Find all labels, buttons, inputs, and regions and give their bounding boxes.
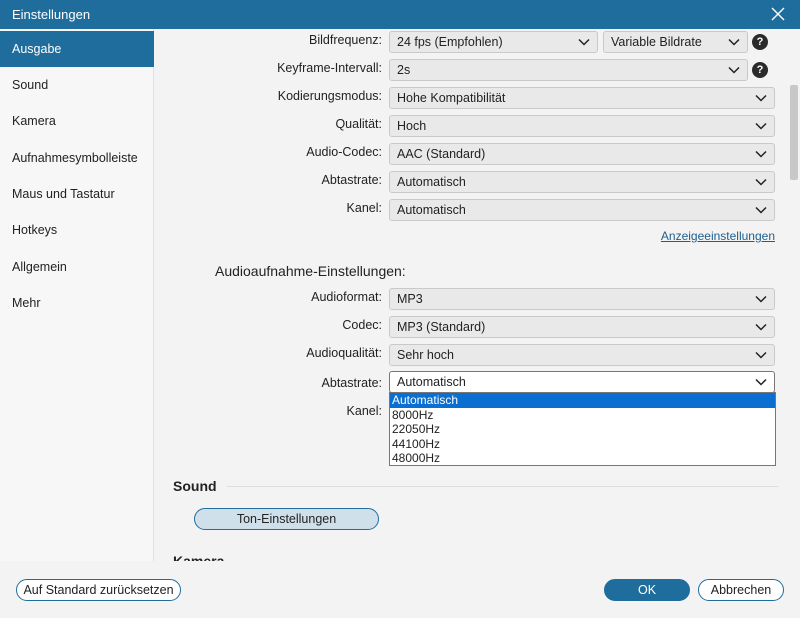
keyframe-label: Keyframe-Intervall:: [277, 61, 382, 75]
scrollbar-thumb[interactable]: [790, 85, 798, 180]
chevron-down-icon: [755, 206, 767, 214]
encoding-value: Hohe Kompatibilität: [397, 91, 506, 105]
cancel-button[interactable]: Abbrechen: [698, 579, 784, 601]
sound-section-divider: [227, 486, 778, 487]
sidebar-item-mehr[interactable]: Mehr: [0, 285, 154, 321]
keyframe-value: 2s: [397, 63, 411, 77]
dropdown-option-automatisch[interactable]: Automatisch: [390, 393, 775, 408]
sound-settings-button[interactable]: Ton-Einstellungen: [194, 508, 379, 530]
sample-rate-select[interactable]: Automatisch: [389, 171, 775, 193]
audio-format-value: MP3: [397, 292, 423, 306]
channel-value: Automatisch: [397, 203, 466, 217]
chevron-down-icon: [755, 351, 767, 359]
audio-channel-label: Kanel:: [346, 404, 382, 418]
framerate-select[interactable]: 24 fps (Empfohlen): [389, 31, 598, 53]
codec-label: Codec:: [342, 318, 382, 332]
dropdown-option-8000hz[interactable]: 8000Hz: [390, 408, 775, 423]
sidebar-item-hotkeys[interactable]: Hotkeys: [0, 212, 154, 248]
audio-recording-heading: Audioaufnahme-Einstellungen:: [215, 263, 406, 279]
quality-select[interactable]: Hoch: [389, 115, 775, 137]
sample-rate-label: Abtastrate:: [321, 173, 382, 187]
audio-format-select[interactable]: MP3: [389, 288, 775, 310]
close-icon[interactable]: [770, 6, 786, 22]
audio-quality-value: Sehr hoch: [397, 348, 454, 362]
bitrate-mode-select[interactable]: Variable Bildrate: [603, 31, 748, 53]
framerate-label: Bildfrequenz:: [309, 33, 382, 47]
chevron-down-icon: [755, 178, 767, 186]
chevron-down-icon: [728, 66, 740, 74]
encoding-select[interactable]: Hohe Kompatibilität: [389, 87, 775, 109]
audio-format-label: Audioformat:: [311, 290, 382, 304]
chevron-down-icon: [755, 150, 767, 158]
window-title: Einstellungen: [12, 7, 91, 22]
chevron-down-icon: [578, 38, 590, 46]
dropdown-option-22050hz[interactable]: 22050Hz: [390, 422, 775, 437]
quality-label: Qualität:: [335, 117, 382, 131]
quality-value: Hoch: [397, 119, 427, 133]
ok-button[interactable]: OK: [604, 579, 690, 601]
codec-select[interactable]: MP3 (Standard): [389, 316, 775, 338]
camera-heading-clip: Kamera: [173, 553, 253, 561]
chevron-down-icon: [755, 378, 767, 386]
sidebar-item-aufnahmesymbolleiste[interactable]: Aufnahmesymbolleiste: [0, 140, 154, 176]
reset-defaults-button[interactable]: Auf Standard zurücksetzen: [16, 579, 181, 601]
framerate-value: 24 fps (Empfohlen): [397, 35, 503, 49]
audio-sample-rate-value: Automatisch: [397, 375, 466, 389]
chevron-down-icon: [755, 323, 767, 331]
camera-section-heading: Kamera: [173, 553, 225, 561]
chevron-down-icon: [755, 295, 767, 303]
chevron-down-icon: [755, 122, 767, 130]
dropdown-option-44100hz[interactable]: 44100Hz: [390, 437, 775, 452]
sample-rate-dropdown: Automatisch 8000Hz 22050Hz 44100Hz 48000…: [389, 392, 776, 466]
audio-sample-rate-label: Abtastrate:: [321, 376, 382, 390]
sidebar-item-ausgabe[interactable]: Ausgabe: [0, 31, 154, 67]
codec-value: MP3 (Standard): [397, 320, 486, 334]
audio-sample-rate-select[interactable]: Automatisch: [389, 371, 775, 393]
bitrate-mode-value: Variable Bildrate: [611, 35, 702, 49]
audio-codec-label: Audio-Codec:: [306, 145, 382, 159]
chevron-down-icon: [755, 94, 767, 102]
display-settings-link[interactable]: Anzeigeeinstellungen: [661, 229, 775, 243]
audio-quality-label: Audioqualität:: [306, 346, 382, 360]
channel-label: Kanel:: [346, 201, 382, 215]
footer: Auf Standard zurücksetzen OK Abbrechen: [0, 561, 800, 618]
channel-select[interactable]: Automatisch: [389, 199, 775, 221]
keyframe-select[interactable]: 2s: [389, 59, 748, 81]
sidebar-item-allgemein[interactable]: Allgemein: [0, 249, 154, 285]
audio-codec-value: AAC (Standard): [397, 147, 486, 161]
sidebar: Ausgabe Sound Kamera Aufnahmesymbolleist…: [0, 29, 154, 561]
title-bar: Einstellungen: [0, 0, 800, 29]
help-icon[interactable]: ?: [752, 62, 768, 78]
sidebar-item-kamera[interactable]: Kamera: [0, 103, 154, 139]
sound-section-heading: Sound: [173, 478, 217, 494]
sidebar-item-maus-und-tastatur[interactable]: Maus und Tastatur: [0, 176, 154, 212]
encoding-label: Kodierungsmodus:: [277, 89, 382, 103]
help-icon[interactable]: ?: [752, 34, 768, 50]
chevron-down-icon: [728, 38, 740, 46]
dropdown-option-48000hz[interactable]: 48000Hz: [390, 451, 775, 466]
sidebar-item-sound[interactable]: Sound: [0, 67, 154, 103]
sample-rate-value: Automatisch: [397, 175, 466, 189]
audio-codec-select[interactable]: AAC (Standard): [389, 143, 775, 165]
audio-quality-select[interactable]: Sehr hoch: [389, 344, 775, 366]
